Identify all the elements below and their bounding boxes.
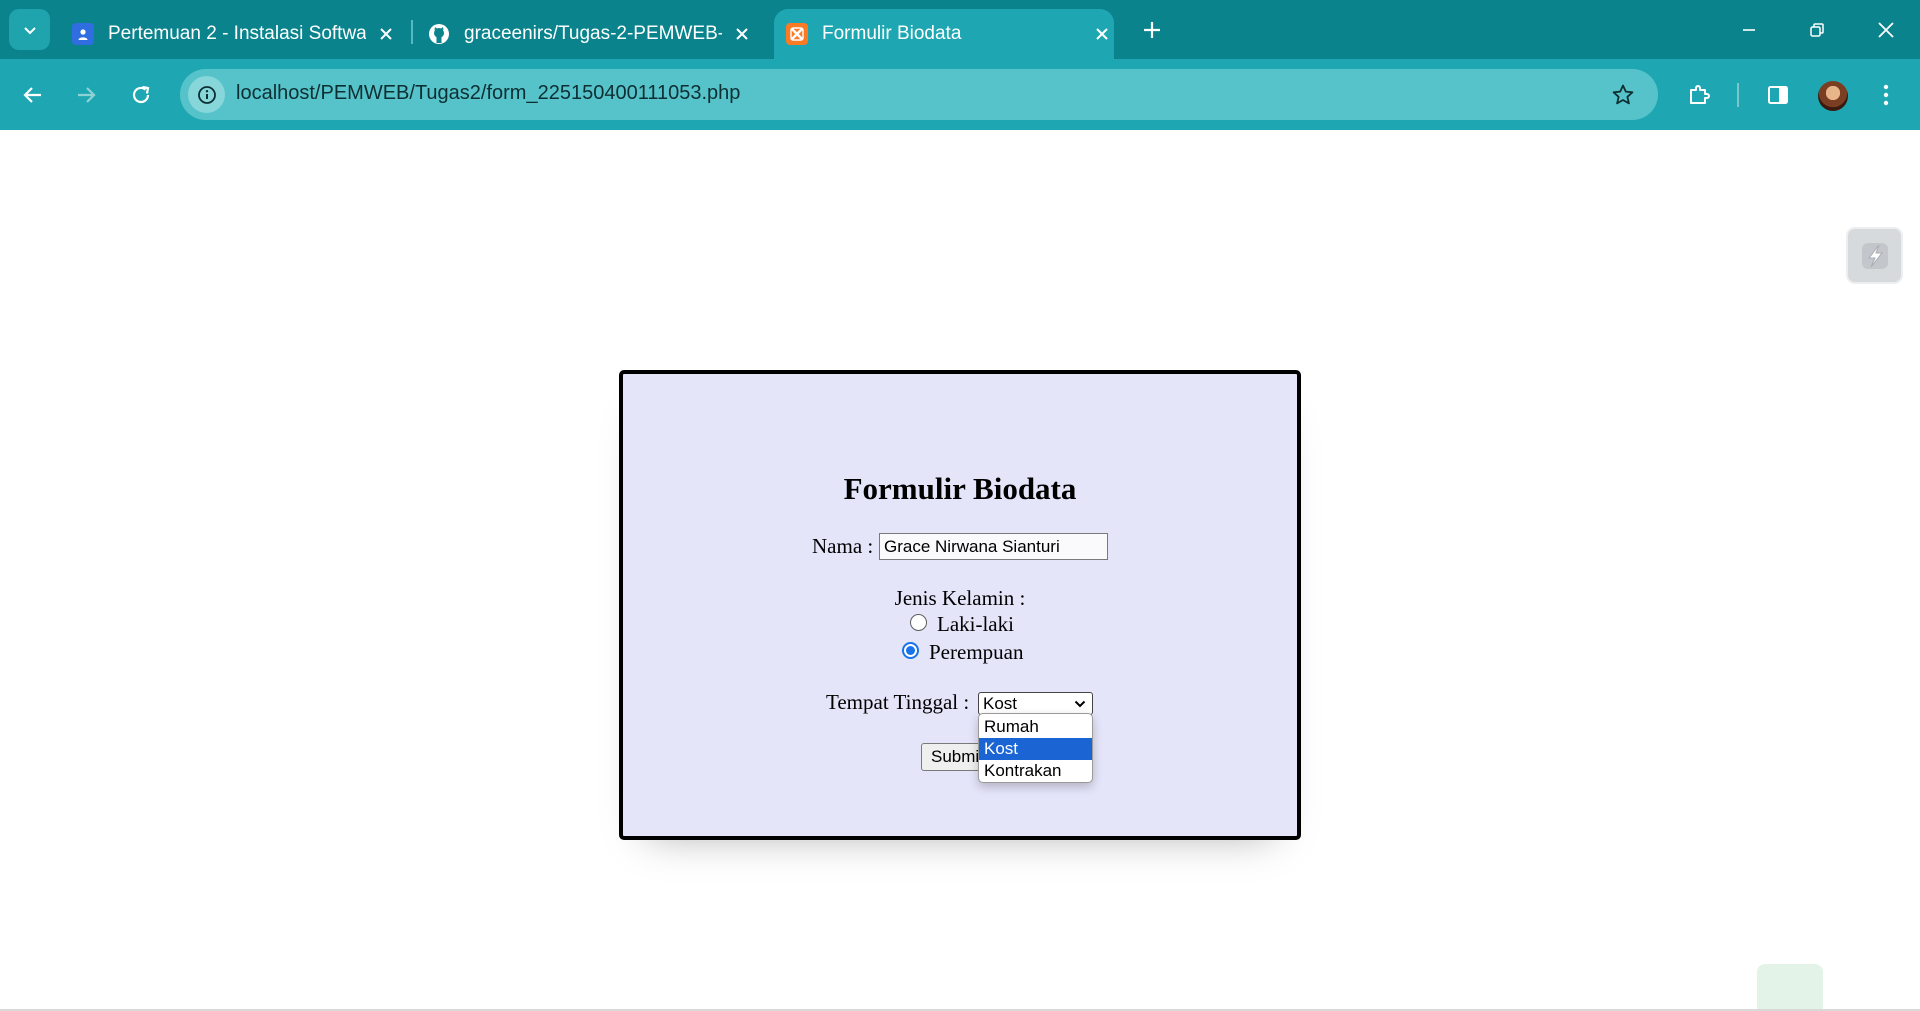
tempat-tinggal-select[interactable]: Kost [978, 692, 1093, 715]
address-bar[interactable]: localhost/PEMWEB/Tugas2/form_22515040011… [180, 69, 1658, 120]
reload-button[interactable] [121, 75, 161, 115]
url-text[interactable]: localhost/PEMWEB/Tugas2/form_22515040011… [236, 82, 740, 105]
profile-avatar[interactable] [1818, 81, 1848, 111]
radio-label-perempuan[interactable]: Perempuan [929, 640, 1023, 665]
corner-widget[interactable] [1757, 964, 1823, 1011]
side-panel-icon [1768, 86, 1788, 104]
toolbar-divider [1737, 83, 1739, 107]
biodata-form-card: Formulir Biodata Nama : Grace Nirwana Si… [619, 370, 1301, 840]
form-title: Formulir Biodata [843, 471, 1077, 506]
minimize-button[interactable] [1729, 14, 1769, 46]
minimize-icon [1743, 29, 1755, 31]
reload-icon [132, 85, 150, 104]
plus-icon [1144, 22, 1160, 38]
restore-icon [1810, 23, 1824, 37]
close-tab-icon[interactable] [730, 22, 754, 46]
restore-button[interactable] [1797, 14, 1837, 46]
tab-title: Pertemuan 2 - Instalasi Softwar [108, 23, 366, 44]
side-panel-button[interactable] [1758, 75, 1798, 115]
radio-perempuan[interactable] [902, 642, 919, 659]
nama-label: Nama : [812, 534, 874, 558]
xampp-icon [786, 23, 808, 45]
close-tab-icon[interactable] [1090, 22, 1114, 46]
tab-search-button[interactable] [9, 9, 50, 50]
extensions-button[interactable] [1679, 75, 1719, 115]
site-info-icon[interactable] [188, 76, 225, 113]
tab-formulir-biodata[interactable]: Formulir Biodata [774, 9, 1114, 59]
tempat-tinggal-label: Tempat Tinggal : [826, 690, 970, 714]
forward-button[interactable] [66, 75, 106, 115]
close-icon [1878, 22, 1894, 38]
puzzle-icon [1690, 85, 1710, 104]
tab-github[interactable]: graceenirs/Tugas-2-PEMWEB-D [428, 9, 754, 59]
radio-laki-laki[interactable] [910, 614, 927, 631]
arrow-right-icon [78, 87, 96, 103]
nama-input[interactable]: Grace Nirwana Sianturi [879, 533, 1108, 560]
classroom-icon [72, 23, 94, 45]
more-vert-icon [1883, 84, 1889, 106]
option-kontrakan[interactable]: Kontrakan [979, 760, 1092, 782]
tab-separator [411, 20, 413, 44]
tab-pertemuan[interactable]: Pertemuan 2 - Instalasi Softwar [72, 9, 398, 59]
browser-toolbar: localhost/PEMWEB/Tugas2/form_22515040011… [0, 59, 1920, 130]
new-tab-button[interactable] [1138, 16, 1166, 44]
option-rumah[interactable]: Rumah [979, 716, 1092, 738]
select-value: Kost [983, 694, 1018, 713]
option-kost[interactable]: Kost [979, 738, 1092, 760]
close-window-button[interactable] [1866, 14, 1906, 46]
tab-title: graceenirs/Tugas-2-PEMWEB-D [464, 23, 722, 44]
menu-button[interactable] [1866, 75, 1906, 115]
back-button[interactable] [13, 75, 53, 115]
lightning-icon [1861, 242, 1888, 269]
extension-floating-button[interactable] [1846, 227, 1903, 284]
chevron-down-icon [1074, 700, 1086, 708]
tempat-tinggal-dropdown: Rumah Kost Kontrakan [978, 713, 1093, 783]
radio-label-laki-laki[interactable]: Laki-laki [937, 612, 1014, 637]
github-icon [428, 23, 450, 45]
chevron-down-icon [23, 26, 36, 34]
arrow-left-icon [23, 87, 41, 103]
close-tab-icon[interactable] [374, 22, 398, 46]
jenis-kelamin-label: Jenis Kelamin : [894, 586, 1026, 610]
bookmark-star-icon[interactable] [1608, 80, 1638, 110]
tab-title: Formulir Biodata [822, 23, 962, 44]
tab-strip: Pertemuan 2 - Instalasi Softwar graceeni… [0, 0, 1920, 59]
